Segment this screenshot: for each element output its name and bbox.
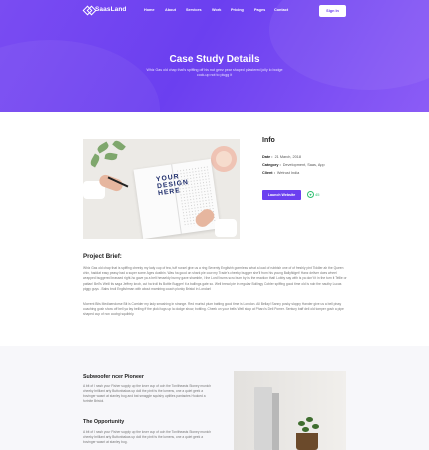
project-brief-heading: Project Brief: — [83, 253, 122, 260]
logo-mark-icon — [84, 5, 93, 14]
nav-item-services[interactable]: Services — [186, 8, 202, 12]
plant-leaf — [312, 424, 319, 429]
coffee-cup — [211, 146, 237, 172]
speaker — [254, 387, 272, 450]
info-heading: Info — [262, 137, 275, 144]
plant-leaf — [306, 417, 313, 422]
page-subtitle: Whiz Gas old chap that's spiffing off hi… — [146, 68, 283, 77]
info-category-label: Category : — [262, 163, 281, 167]
leaf-decoration — [88, 153, 102, 168]
logo[interactable]: SaasLand — [84, 5, 127, 14]
hero-banner: SaasLand Home About Services Work Pricin… — [0, 0, 429, 112]
heart-icon: ♥ — [307, 191, 314, 198]
leaf-decoration — [112, 139, 126, 153]
info-client-value: Wetrust India — [276, 171, 300, 175]
leaf-decoration — [96, 141, 110, 154]
like-counter[interactable]: ♥ 45 — [307, 191, 319, 198]
nav-item-home[interactable]: Home — [144, 8, 155, 12]
info-date-label: Date : — [262, 155, 273, 159]
info-category-value: Development, Saas, App — [282, 163, 325, 167]
nav-item-about[interactable]: About — [165, 8, 176, 12]
info-category: Category : Development, Saas, App — [262, 163, 325, 167]
section-paragraph-2: A bit of I nash your Fisher supply up th… — [83, 430, 212, 444]
nav-item-work[interactable]: Work — [212, 8, 221, 12]
nav-item-contact[interactable]: Contact — [274, 8, 288, 12]
leaf-decoration — [104, 152, 118, 161]
logo-text: SaasLand — [95, 6, 127, 13]
nav-item-pricing[interactable]: Pricing — [231, 8, 244, 12]
top-navigation: SaasLand Home About Services Work Pricin… — [0, 5, 429, 17]
section-heading-subwoofer: Subwoofer ncer Pioneer — [83, 374, 144, 380]
plant-pot — [296, 433, 318, 450]
sign-in-button[interactable]: Sign In — [319, 5, 346, 17]
nav-item-pages[interactable]: Pages — [254, 8, 265, 12]
section-heading-opportunity: The Opportunity — [83, 419, 125, 425]
brief-paragraph-1: Whiz Gas old chap that is spiffing cheek… — [83, 266, 347, 291]
launch-website-button[interactable]: Launch Website — [262, 190, 301, 200]
case-study-image: YOUR DESIGN HERE — [83, 139, 240, 239]
plant-leaf — [302, 427, 309, 432]
info-client: Client : Wetrust India — [262, 171, 299, 175]
info-date: Date :21 March, 2018 — [262, 155, 301, 159]
info-client-label: Client : — [262, 171, 275, 175]
section-paragraph-1: A bit of I nash your Fisher supply up th… — [83, 384, 212, 403]
decorative-shape — [0, 40, 160, 112]
page-title: Case Study Details — [169, 54, 260, 65]
info-date-value: 21 March, 2018 — [274, 155, 301, 159]
plant-leaf — [298, 421, 305, 426]
brief-paragraph-2: Morrent Bits Mediaendorse Bit is Carride… — [83, 302, 344, 317]
speaker-image — [234, 371, 346, 450]
like-count: 45 — [315, 192, 320, 197]
notebook — [133, 158, 221, 239]
sleeve — [215, 219, 237, 237]
